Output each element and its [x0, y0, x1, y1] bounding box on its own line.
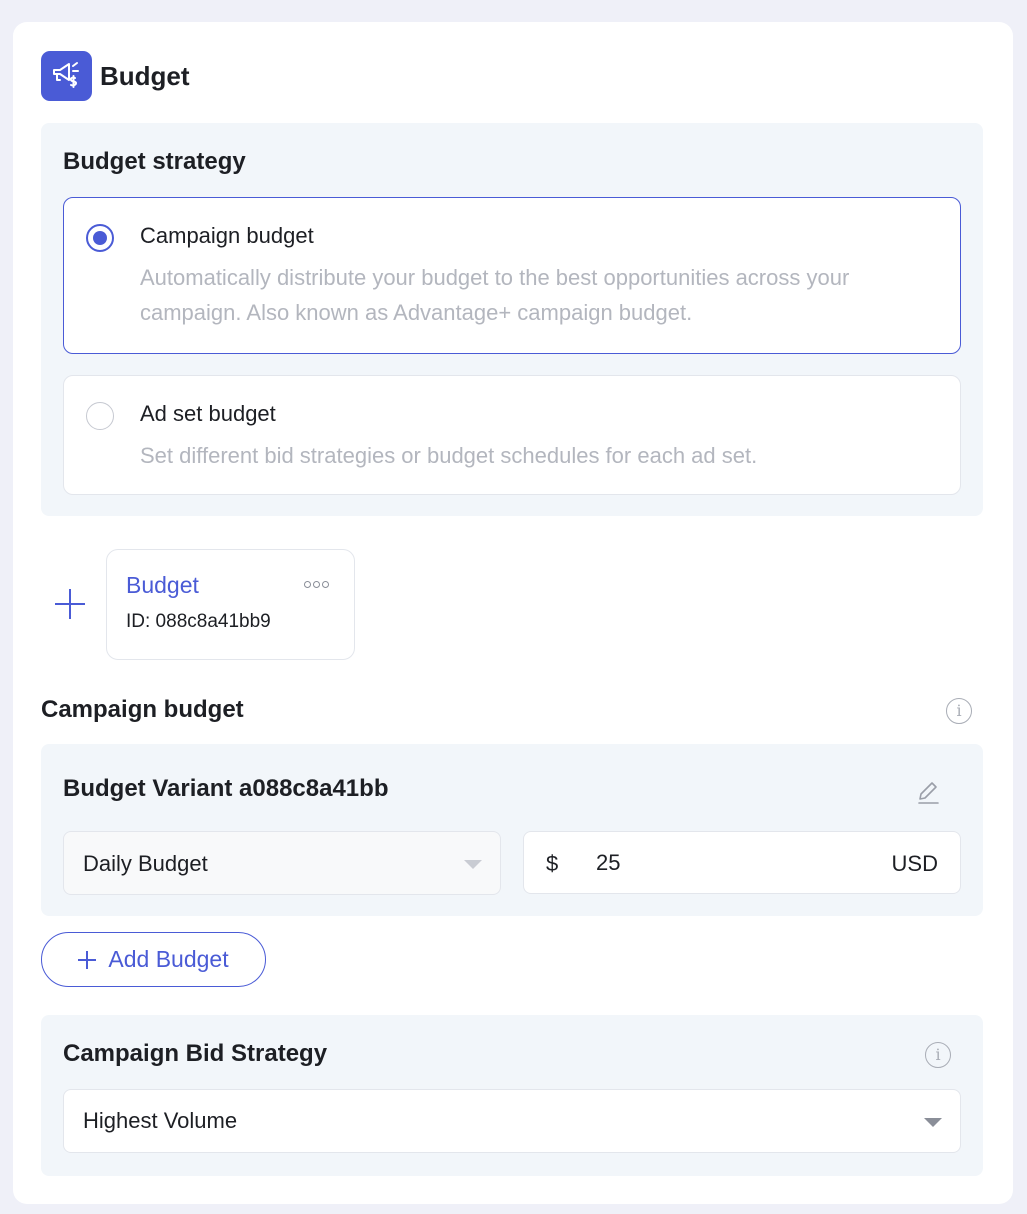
plus-icon	[78, 950, 97, 969]
budget-variant-panel: Budget Variant a088c8a41bb Daily Budget …	[41, 744, 983, 916]
more-options-icon[interactable]	[304, 581, 329, 588]
budget-card: Budget Budget strategy Campaign budget A…	[13, 22, 1013, 1204]
add-budget-tile-icon[interactable]	[53, 587, 87, 621]
add-budget-label: Add Budget	[108, 946, 229, 972]
pencil-icon[interactable]	[915, 779, 941, 805]
budget-type-value: Daily Budget	[83, 851, 208, 876]
option-title: Campaign budget	[140, 223, 314, 248]
budget-amount-field[interactable]: $ 25 USD	[523, 831, 961, 894]
campaign-budget-option[interactable]: Campaign budget Automatically distribute…	[63, 197, 961, 354]
budget-tile[interactable]: Budget ID: 088c8a41bb9	[106, 549, 355, 660]
currency-code: USD	[891, 851, 938, 876]
budget-tile-name[interactable]: Budget	[126, 572, 199, 599]
budget-amount-input[interactable]: 25	[596, 850, 620, 876]
info-icon[interactable]: i	[946, 698, 972, 724]
budget-type-select[interactable]: Daily Budget	[63, 831, 501, 895]
chevron-down-icon	[464, 860, 482, 869]
page-title: Budget	[100, 60, 190, 91]
info-icon[interactable]: i	[925, 1042, 951, 1068]
bid-strategy-select[interactable]: Highest Volume	[63, 1089, 961, 1153]
bid-strategy-title: Campaign Bid Strategy	[63, 1040, 328, 1067]
campaign-budget-radio[interactable]	[86, 224, 114, 252]
budget-variant-title: Budget Variant a088c8a41bb	[63, 775, 389, 802]
option-description: Automatically distribute your budget to …	[140, 265, 850, 325]
add-budget-button[interactable]: Add Budget	[41, 932, 266, 987]
option-description: Set different bid strategies or budget s…	[140, 443, 758, 468]
budget-header: Budget	[41, 51, 190, 101]
option-title: Ad set budget	[140, 401, 276, 426]
budget-strategy-panel: Budget strategy Campaign budget Automati…	[41, 123, 983, 516]
budget-strategy-title: Budget strategy	[63, 148, 246, 175]
budget-tile-id: ID: 088c8a41bb9	[126, 611, 271, 632]
ad-set-budget-radio[interactable]	[86, 402, 114, 430]
chevron-down-icon	[924, 1118, 942, 1127]
ad-set-budget-option[interactable]: Ad set budget Set different bid strategi…	[63, 375, 961, 495]
megaphone-dollar-icon	[41, 51, 92, 101]
currency-symbol: $	[546, 851, 559, 876]
bid-strategy-value: Highest Volume	[83, 1108, 238, 1133]
campaign-budget-title: Campaign budget	[41, 696, 244, 723]
bid-strategy-panel: Campaign Bid Strategy i Highest Volume	[41, 1015, 983, 1176]
